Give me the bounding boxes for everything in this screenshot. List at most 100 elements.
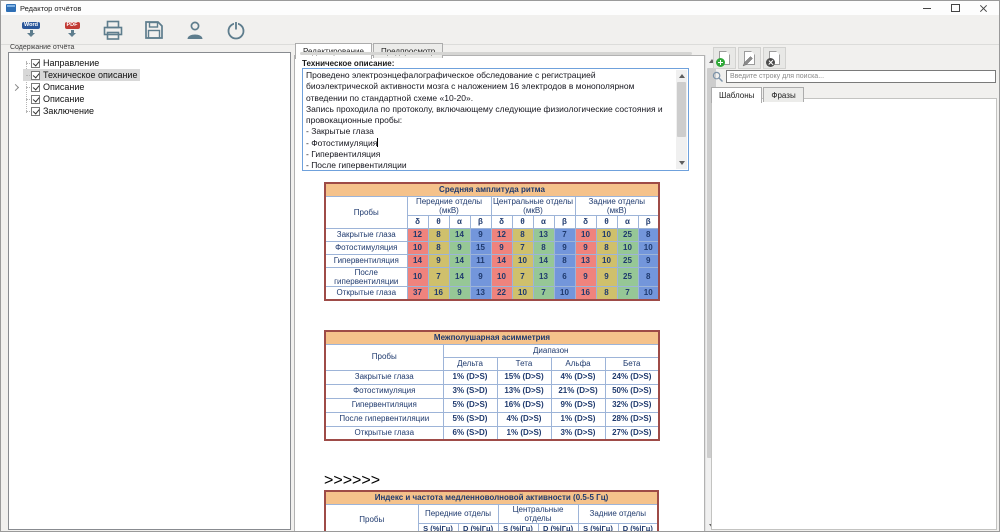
text-line: Проведено электроэнцефалографическое обс… [306, 70, 674, 81]
range-col-header: Альфа [551, 357, 605, 370]
maximize-icon [951, 4, 960, 12]
asymmetry-cell: 50% (D>S) [605, 384, 659, 398]
tab-preview[interactable]: Предпросмотр [373, 43, 443, 58]
close-button[interactable] [969, 1, 997, 15]
row-label: Открытые глаза [325, 287, 407, 300]
amplitude-cell: 9 [554, 241, 575, 254]
rhythm-col-header: δ [575, 215, 596, 228]
tree-item[interactable]: Описание [23, 81, 87, 93]
scroll-down-arrow[interactable] [676, 157, 687, 169]
table-title: Средняя амплитуда ритма [325, 183, 659, 196]
row-label: Фотостимуляция [325, 241, 407, 254]
tree-connector [26, 75, 30, 76]
side-col-header: S (%|Гц) [418, 523, 458, 532]
amplitude-cell: 9 [428, 254, 449, 267]
row-label: Гипервентиляция [325, 398, 443, 412]
row-label: После гипервентиляции [325, 412, 443, 426]
minimize-button[interactable] [913, 1, 941, 15]
amplitude-cell: 10 [638, 241, 659, 254]
edit-template-button[interactable] [738, 47, 761, 69]
export-pdf-button[interactable]: PDF [58, 16, 86, 43]
templates-list[interactable] [711, 98, 997, 530]
asymmetry-cell: 4% (D>S) [551, 370, 605, 384]
asymmetry-cell: 3% (S>D) [443, 384, 497, 398]
tree-item-label: Техническое описание [43, 70, 137, 80]
amplitude-table-wrap: Средняя амплитуда ритмаПробыПередние отд… [324, 182, 660, 301]
print-button[interactable] [99, 16, 127, 43]
rhythm-col-header: β [470, 215, 491, 228]
amplitude-cell: 10 [596, 254, 617, 267]
row-label: Гипервентиляция [325, 254, 407, 267]
group-header: Задние отделы [578, 504, 658, 523]
app-icon [6, 4, 16, 12]
splitter-handle[interactable] [300, 52, 692, 55]
save-button[interactable] [140, 16, 168, 43]
toolbar: Word PDF [1, 15, 999, 45]
checkbox-icon[interactable] [31, 107, 40, 116]
amplitude-cell: 7 [617, 287, 638, 300]
asymmetry-cell: 6% (S>D) [443, 426, 497, 440]
checkbox-icon[interactable] [31, 95, 40, 104]
tab-phrases[interactable]: Фразы [763, 87, 803, 102]
amplitude-cell: 10 [617, 241, 638, 254]
add-template-button[interactable] [713, 47, 736, 69]
amplitude-cell: 11 [470, 254, 491, 267]
scrollbar-thumb[interactable] [677, 82, 686, 137]
export-word-button[interactable]: Word [17, 16, 45, 43]
expander-icon[interactable] [12, 84, 19, 91]
amplitude-cell: 9 [449, 241, 470, 254]
field-label: Техническое описание: [302, 59, 394, 68]
amplitude-cell: 10 [491, 267, 512, 286]
amplitude-cell: 25 [617, 267, 638, 286]
amplitude-cell: 9 [575, 241, 596, 254]
amplitude-cell: 7 [533, 287, 554, 300]
amplitude-cell: 10 [512, 287, 533, 300]
row-label: Фотостимуляция [325, 384, 443, 398]
textarea-text: Проведено электроэнцефалографическое обс… [306, 70, 674, 171]
checkbox-icon[interactable] [31, 71, 40, 80]
amplitude-cell: 14 [449, 267, 470, 286]
delete-template-button[interactable] [763, 47, 786, 69]
scroll-up-arrow[interactable] [676, 70, 687, 82]
amplitude-cell: 12 [407, 228, 428, 241]
checkbox-icon[interactable] [31, 83, 40, 92]
amplitude-cell: 15 [470, 241, 491, 254]
maximize-button[interactable] [941, 1, 969, 15]
tab-templates[interactable]: Шаблоны [711, 87, 762, 103]
range-col-header: Дельта [443, 357, 497, 370]
amplitude-cell: 9 [470, 267, 491, 286]
amplitude-cell: 10 [638, 287, 659, 300]
tree-item[interactable]: Направление [23, 57, 102, 69]
tree-item[interactable]: Техническое описание [23, 69, 140, 81]
rhythm-col-header: θ [428, 215, 449, 228]
tree-connector [26, 63, 30, 64]
tab-editing[interactable]: Редактирование [295, 43, 372, 59]
amplitude-cell: 7 [512, 267, 533, 286]
user-button[interactable] [181, 16, 209, 43]
amplitude-cell: 8 [428, 241, 449, 254]
minimize-icon [923, 8, 931, 9]
asymmetry-table-wrap: Межполушарная асимметрияПробыДиапазонДел… [324, 330, 660, 441]
close-icon [979, 4, 987, 12]
amplitude-cell: 8 [554, 254, 575, 267]
amplitude-cell: 10 [554, 287, 575, 300]
asymmetry-cell: 5% (S>D) [443, 412, 497, 426]
power-button[interactable] [222, 16, 250, 43]
rhythm-col-header: β [554, 215, 575, 228]
amplitude-cell: 10 [512, 254, 533, 267]
tree-item[interactable]: Заключение [23, 105, 97, 117]
asymmetry-cell: 32% (D>S) [605, 398, 659, 412]
search-input[interactable] [726, 70, 996, 83]
probes-header: Пробы [325, 196, 407, 228]
textarea-scrollbar[interactable] [676, 70, 687, 169]
checkbox-icon[interactable] [31, 59, 40, 68]
tree-item[interactable]: Описание [23, 93, 87, 105]
editor-tab-bar: РедактированиеПредпросмотр [295, 41, 444, 59]
amplitude-cell: 9 [470, 228, 491, 241]
rhythm-col-header: δ [407, 215, 428, 228]
app-window: Редактор отчётов Word PDF [0, 0, 1000, 532]
group-header: Передние отделы [418, 504, 498, 523]
user-icon [183, 18, 207, 42]
description-textarea[interactable]: Проведено электроэнцефалографическое обс… [302, 68, 689, 171]
row-label: Закрытые глаза [325, 228, 407, 241]
